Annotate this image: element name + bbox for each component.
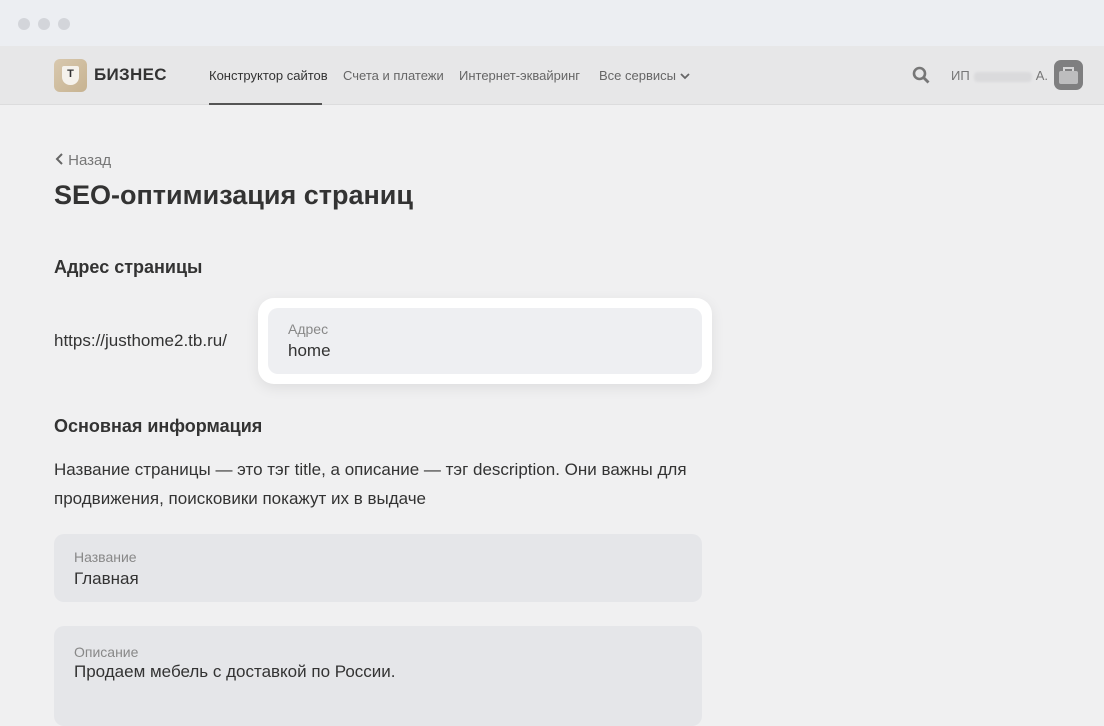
back-label: Назад (68, 152, 112, 169)
window-close-button[interactable] (18, 18, 30, 30)
address-input[interactable]: Адрес home (268, 308, 702, 374)
page-title: SEO-оптимизация страниц (54, 180, 413, 210)
page-name-input[interactable]: Название Главная (54, 534, 702, 602)
address-heading: Адрес страницы (54, 257, 203, 277)
main-info-description: Название страницы — это тэг title, а опи… (54, 460, 687, 508)
page-description-input[interactable]: Описание Продаем мебель с доставкой по Р… (54, 626, 702, 726)
nav-acquiring[interactable]: Интернет-эквайринг (459, 68, 580, 83)
brand-logo[interactable]: Т (54, 59, 87, 92)
page-name-label: Название (74, 549, 137, 565)
user-initial: А. (1035, 68, 1048, 83)
nav-all-services[interactable]: Все сервисы (599, 68, 690, 83)
address-value: home (288, 341, 331, 360)
active-tab-indicator (209, 103, 322, 105)
chevron-left-icon (55, 153, 63, 165)
briefcase-avatar-icon[interactable] (1054, 60, 1083, 90)
nav-invoices[interactable]: Счета и платежи (343, 68, 444, 83)
user-name-blurred (973, 71, 1032, 82)
search-icon[interactable] (912, 66, 930, 84)
window-minimize-button[interactable] (38, 18, 50, 30)
page-description-label: Описание (74, 644, 139, 660)
user-prefix: ИП (951, 68, 970, 83)
window-titlebar (0, 0, 1104, 46)
top-nav: Т БИЗНЕС Конструктор сайтов Счета и плат… (0, 46, 1104, 105)
address-label: Адрес (288, 321, 329, 337)
back-link[interactable]: Назад (54, 152, 111, 169)
url-prefix: https://justhome2.tb.ru/ (54, 331, 227, 350)
main-info-heading: Основная информация (54, 416, 263, 436)
logo-letter: Т (62, 66, 79, 85)
page-name-value: Главная (74, 569, 139, 588)
nav-all-services-label: Все сервисы (599, 68, 676, 83)
window-maximize-button[interactable] (58, 18, 70, 30)
chevron-down-icon (679, 73, 690, 80)
user-menu[interactable]: ИП А. (951, 68, 1048, 83)
page-description-value: Продаем мебель с доставкой по России. (74, 662, 396, 681)
brand-name[interactable]: БИЗНЕС (94, 65, 167, 85)
nav-site-builder[interactable]: Конструктор сайтов (209, 68, 328, 83)
